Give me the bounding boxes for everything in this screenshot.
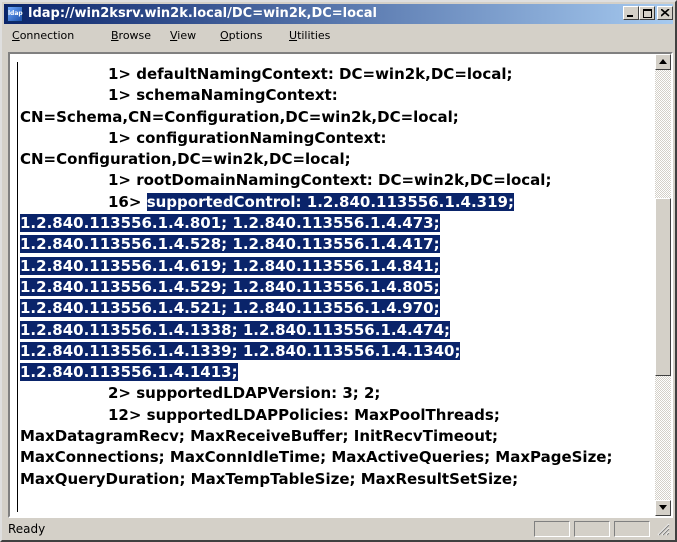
menu-connection-label: onnection	[19, 29, 75, 42]
ldap-app-icon[interactable]: ldap	[7, 6, 23, 22]
output-line-selected: 1.2.840.113556.1.4.1338; 1.2.840.113556.…	[20, 320, 652, 341]
line-text: 1> schemaNamingContext:	[108, 86, 338, 105]
output-line-selected: 1.2.840.113556.1.4.801; 1.2.840.113556.1…	[20, 213, 652, 234]
selected-text: 1.2.840.113556.1.4.801; 1.2.840.113556.1…	[20, 214, 440, 233]
output-text[interactable]: 1> defaultNamingContext: DC=win2k,DC=loc…	[20, 64, 652, 490]
status-text: Ready	[8, 522, 46, 536]
scroll-up-button[interactable]	[655, 54, 671, 70]
resize-grip-icon[interactable]	[656, 522, 670, 536]
status-panel	[574, 521, 610, 537]
selected-text: 1.2.840.113556.1.4.529; 1.2.840.113556.1…	[20, 277, 440, 296]
selected-text: 1.2.840.113556.1.4.1339; 1.2.840.113556.…	[20, 341, 461, 360]
output-line: CN=Configuration,DC=win2k,DC=local;	[20, 149, 652, 170]
pane-divider	[17, 62, 18, 512]
output-line: MaxQueryDuration; MaxTempTableSize; MaxR…	[20, 469, 652, 490]
menu-browse-label: rowse	[118, 29, 152, 42]
ldp-window: ldap ldap://win2ksrv.win2k.local/DC=win2…	[0, 0, 677, 542]
output-line: 2> supportedLDAPVersion: 3; 2;	[20, 383, 652, 404]
title-bar[interactable]: ldap ldap://win2ksrv.win2k.local/DC=win2…	[4, 4, 673, 24]
menu-browse[interactable]: Browse	[111, 26, 151, 46]
output-pane[interactable]: 1> defaultNamingContext: DC=win2k,DC=loc…	[8, 52, 673, 518]
close-icon	[661, 9, 670, 17]
selected-text: 1.2.840.113556.1.4.1413;	[20, 363, 238, 382]
scrollbar-thumb[interactable]	[655, 198, 671, 376]
line-text: 1> defaultNamingContext: DC=win2k,DC=loc…	[108, 65, 513, 83]
output-line: 12> supportedLDAPPolicies: MaxPoolThread…	[20, 405, 652, 426]
line-prefix: 16>	[108, 192, 142, 211]
close-button[interactable]	[657, 6, 673, 20]
line-text: MaxDatagramRecv; MaxReceiveBuffer; InitR…	[20, 427, 499, 446]
output-line-selected: 1.2.840.113556.1.4.529; 1.2.840.113556.1…	[20, 277, 652, 298]
output-line-selected: 1.2.840.113556.1.4.1413;	[20, 362, 652, 383]
line-text: MaxConnections; MaxConnIdleTime; MaxActi…	[20, 448, 613, 467]
line-text: CN=Schema,CN=Configuration,DC=win2k,DC=l…	[20, 107, 459, 126]
selected-text: supportedControl: 1.2.840.113556.1.4.319…	[146, 192, 514, 211]
arrow-down-icon	[659, 505, 667, 510]
output-line: MaxDatagramRecv; MaxReceiveBuffer; InitR…	[20, 426, 652, 447]
scroll-down-button[interactable]	[655, 500, 671, 516]
line-text: MaxQueryDuration; MaxTempTableSize; MaxR…	[20, 469, 519, 488]
menu-bar: Connection Browse View Options Utilities	[4, 26, 673, 46]
line-text: 1> configurationNamingContext:	[108, 128, 387, 147]
output-line: 16> supportedControl: 1.2.840.113556.1.4…	[20, 192, 652, 213]
status-panel	[534, 521, 570, 537]
menu-utilities[interactable]: Utilities	[289, 26, 330, 46]
output-line-selected: 1.2.840.113556.1.4.528; 1.2.840.113556.1…	[20, 234, 652, 255]
line-text: 2> supportedLDAPVersion: 3; 2;	[108, 384, 381, 403]
menu-utilities-label: tilities	[297, 29, 331, 42]
selected-text: 1.2.840.113556.1.4.1338; 1.2.840.113556.…	[20, 320, 451, 339]
menu-connection-mnemonic: C	[12, 29, 20, 42]
output-line-selected: 1.2.840.113556.1.4.521; 1.2.840.113556.1…	[20, 298, 652, 319]
menu-browse-mnemonic: B	[111, 29, 119, 42]
arrow-up-icon	[659, 59, 667, 64]
minimize-button[interactable]	[623, 6, 639, 20]
line-text: CN=Configuration,DC=win2k,DC=local;	[20, 150, 351, 169]
output-line: MaxConnections; MaxConnIdleTime; MaxActi…	[20, 447, 652, 468]
menu-connection[interactable]: Connection	[12, 26, 74, 46]
vertical-scrollbar[interactable]	[655, 54, 671, 516]
output-line: CN=Schema,CN=Configuration,DC=win2k,DC=l…	[20, 107, 652, 128]
output-line: 1> defaultNamingContext: DC=win2k,DC=loc…	[20, 64, 652, 85]
status-panel	[614, 521, 650, 537]
selected-text: 1.2.840.113556.1.4.619; 1.2.840.113556.1…	[20, 256, 440, 275]
menu-options[interactable]: Options	[220, 26, 262, 46]
output-line-selected: 1.2.840.113556.1.4.1339; 1.2.840.113556.…	[20, 341, 652, 362]
menu-view[interactable]: View	[170, 26, 196, 46]
selected-text: 1.2.840.113556.1.4.528; 1.2.840.113556.1…	[20, 235, 440, 254]
menu-utilities-mnemonic: U	[289, 29, 298, 42]
maximize-button[interactable]	[639, 6, 655, 20]
status-bar: Ready	[4, 520, 673, 538]
output-line: 1> configurationNamingContext:	[20, 128, 652, 149]
menu-options-label: ptions	[228, 29, 263, 42]
window-title: ldap://win2ksrv.win2k.local/DC=win2k,DC=…	[28, 6, 377, 21]
line-text: 12> supportedLDAPPolicies: MaxPoolThread…	[108, 405, 500, 424]
line-text: 1> rootDomainNamingContext: DC=win2k,DC=…	[108, 171, 552, 190]
menu-options-mnemonic: O	[220, 29, 229, 42]
menu-view-label: iew	[177, 29, 197, 42]
output-line: 1> schemaNamingContext:	[20, 85, 652, 106]
output-line-selected: 1.2.840.113556.1.4.619; 1.2.840.113556.1…	[20, 256, 652, 277]
selected-text: 1.2.840.113556.1.4.521; 1.2.840.113556.1…	[20, 299, 440, 318]
output-line: 1> rootDomainNamingContext: DC=win2k,DC=…	[20, 170, 652, 191]
